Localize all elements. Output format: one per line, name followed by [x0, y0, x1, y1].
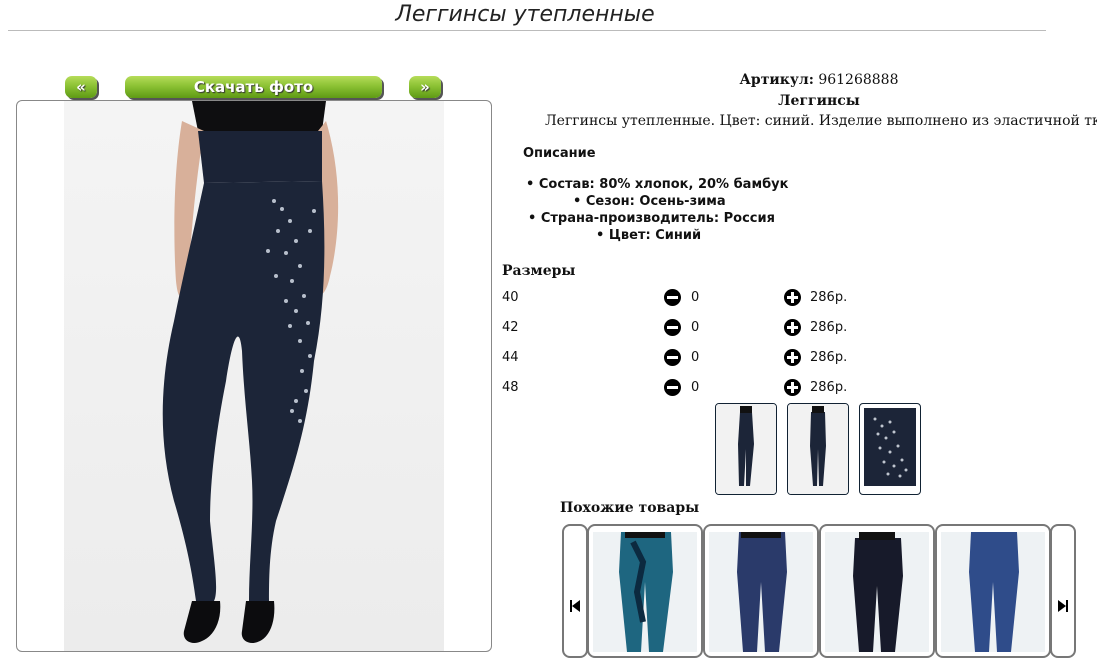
photo-thumbnail[interactable]: [787, 403, 849, 495]
size-label: 42: [502, 320, 519, 335]
size-qty: 0: [691, 290, 700, 305]
size-qty: 0: [691, 350, 700, 365]
size-qty: 0: [691, 380, 700, 395]
similar-product-image: [941, 532, 1045, 652]
feature-composition: • Состав: 80% хлопок, 20% бамбук: [526, 177, 789, 192]
product-photo[interactable]: [64, 101, 444, 651]
size-label: 44: [502, 350, 519, 365]
decrease-qty-button[interactable]: [664, 379, 681, 396]
size-label: 48: [502, 380, 519, 395]
similar-next-button[interactable]: [1050, 524, 1076, 658]
product-short-description: Леггинсы утепленные. Цвет: синий. Издели…: [545, 113, 1097, 129]
thumbnail-image: [788, 404, 848, 494]
increase-qty-button[interactable]: [784, 289, 801, 306]
title-divider: [8, 30, 1046, 31]
article-label: Артикул:: [739, 72, 814, 88]
feature-season: • Сезон: Осень-зима: [573, 194, 726, 209]
photo-thumbnail[interactable]: [859, 403, 921, 495]
size-price: 286р.: [810, 350, 848, 365]
next-photo-button[interactable]: »: [409, 76, 441, 98]
feature-text: Состав: 80% хлопок, 20% бамбук: [538, 177, 789, 192]
size-price: 286р.: [810, 320, 848, 335]
feature-text: Цвет: Синий: [608, 228, 702, 243]
similar-product-image: [709, 532, 813, 652]
feature-color: • Цвет: Синий: [596, 228, 702, 243]
feature-country: • Страна-производитель: Россия: [528, 211, 775, 226]
download-photo-button[interactable]: Скачать фото: [125, 76, 382, 98]
similar-products-heading: Похожие товары: [560, 500, 700, 516]
thumbnail-image: [716, 404, 776, 494]
sizes-heading: Размеры: [502, 263, 576, 279]
thumbnail-image: [864, 408, 916, 486]
similar-product-image: [825, 532, 929, 652]
similar-prev-button[interactable]: [562, 524, 588, 658]
increase-qty-button[interactable]: [784, 379, 801, 396]
feature-text: Страна-производитель: Россия: [540, 211, 775, 226]
size-price: 286р.: [810, 380, 848, 395]
decrease-qty-button[interactable]: [664, 319, 681, 336]
size-price: 286р.: [810, 290, 848, 305]
skip-forward-icon: [1058, 600, 1068, 612]
increase-qty-button[interactable]: [784, 319, 801, 336]
feature-text: Сезон: Осень-зима: [585, 194, 726, 209]
article-line: Артикул: 961268888: [500, 72, 1097, 88]
similar-product-card[interactable]: [703, 524, 819, 658]
photo-thumbnail[interactable]: [715, 403, 777, 495]
leggings-photo-illustration: [162, 101, 339, 643]
description-heading: Описание: [523, 146, 596, 161]
size-qty: 0: [691, 320, 700, 335]
similar-product-image: [593, 532, 697, 652]
product-photo-frame: [16, 100, 492, 652]
similar-product-card[interactable]: [587, 524, 703, 658]
product-name: Леггинсы: [778, 93, 860, 109]
prev-photo-button[interactable]: «: [65, 76, 97, 98]
size-label: 40: [502, 290, 519, 305]
page-title: Леггинсы утепленные: [395, 2, 655, 27]
skip-back-icon: [570, 600, 580, 612]
increase-qty-button[interactable]: [784, 349, 801, 366]
similar-product-card[interactable]: [819, 524, 935, 658]
decrease-qty-button[interactable]: [664, 289, 681, 306]
similar-product-card[interactable]: [935, 524, 1051, 658]
decrease-qty-button[interactable]: [664, 349, 681, 366]
article-value: 961268888: [818, 72, 899, 88]
